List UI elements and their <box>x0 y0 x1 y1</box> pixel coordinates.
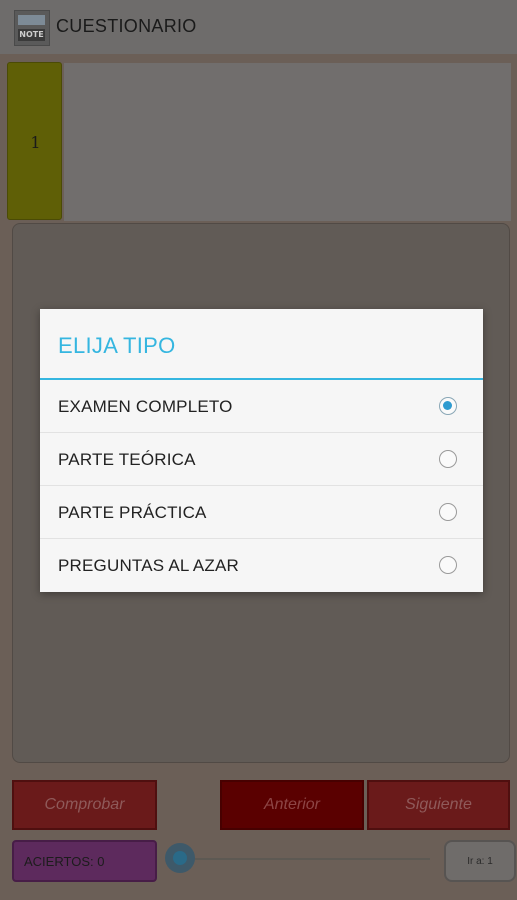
option-parte-teorica[interactable]: PARTE TEÓRICA <box>40 433 483 486</box>
dialog-title: ELIJA TIPO <box>58 333 176 358</box>
radio-unselected-icon[interactable] <box>439 556 457 574</box>
slider-thumb-core <box>173 851 187 865</box>
app-logo-icon: NOTE <box>14 10 50 46</box>
question-slider-track[interactable] <box>180 858 430 860</box>
option-parte-practica[interactable]: PARTE PRÁCTICA <box>40 486 483 539</box>
question-number-label: 1 <box>30 132 41 152</box>
radio-selected-icon[interactable] <box>439 397 457 415</box>
radio-unselected-icon[interactable] <box>439 450 457 468</box>
choose-type-dialog: ELIJA TIPO EXAMEN COMPLETO PARTE TEÓRICA… <box>40 309 483 592</box>
check-button[interactable]: Comprobar <box>12 780 157 830</box>
app-bar: NOTE CUESTIONARIO <box>0 0 517 54</box>
go-to-button[interactable]: Ir a: 1 <box>444 840 516 882</box>
question-number-button[interactable]: 1 <box>7 62 62 220</box>
option-preguntas-al-azar[interactable]: PREGUNTAS AL AZAR <box>40 539 483 592</box>
radio-unselected-icon[interactable] <box>439 503 457 521</box>
option-label: EXAMEN COMPLETO <box>58 397 233 416</box>
question-number-strip <box>64 63 511 221</box>
app-logo-text: NOTE <box>18 29 45 41</box>
option-examen-completo[interactable]: EXAMEN COMPLETO <box>40 380 483 433</box>
next-button[interactable]: Siguiente <box>367 780 510 830</box>
option-label: PARTE TEÓRICA <box>58 450 196 469</box>
option-label: PREGUNTAS AL AZAR <box>58 556 240 575</box>
score-badge: ACIERTOS: 0 <box>12 840 157 882</box>
previous-button[interactable]: Anterior <box>220 780 364 830</box>
app-title: CUESTIONARIO <box>56 16 197 36</box>
option-label: PARTE PRÁCTICA <box>58 503 207 522</box>
